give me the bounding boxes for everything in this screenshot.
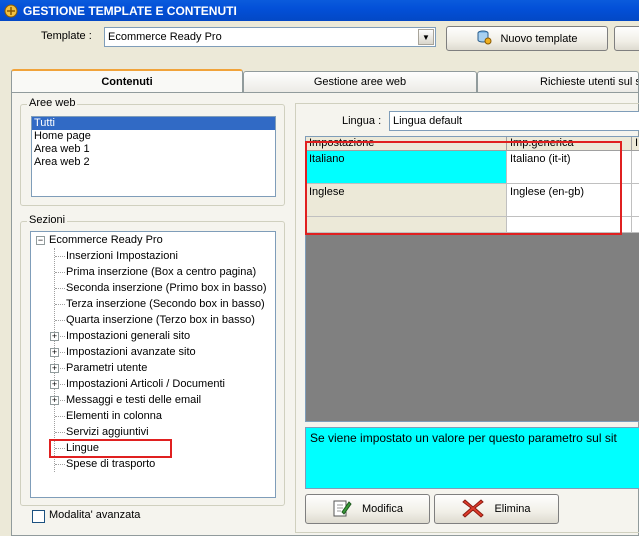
expand-icon[interactable]: + [50, 364, 59, 373]
edit-icon [332, 498, 352, 521]
aree-web-title: Aree web [27, 97, 78, 109]
grid-header-extra[interactable]: I [632, 137, 639, 151]
sezioni-title: Sezioni [27, 214, 68, 226]
tree-item[interactable]: Parametri utente [66, 360, 147, 376]
tree-item[interactable]: Spese di trasporto [66, 456, 155, 472]
highlight-box-grid [305, 141, 622, 235]
tree-connector [55, 256, 65, 257]
tree-item[interactable]: Terza inserzione (Secondo box in basso) [66, 296, 265, 312]
second-toolbar-button[interactable] [614, 26, 639, 51]
highlight-box-lingue [49, 439, 172, 458]
tree-item[interactable]: Prima inserzione (Box a centro pagina) [66, 264, 256, 280]
lingua-select-value: Lingua default [393, 115, 463, 127]
database-icon [476, 29, 492, 48]
tree-item[interactable]: Quarta inserzione (Terzo box in basso) [66, 312, 255, 328]
tree-item[interactable]: Messaggi e testi delle email [66, 392, 201, 408]
expand-icon[interactable]: + [50, 348, 59, 357]
delete-icon [462, 498, 485, 521]
app-icon [4, 4, 18, 18]
tree-item[interactable]: Impostazioni Articoli / Documenti [66, 376, 225, 392]
tree-item[interactable]: Elementi in colonna [66, 408, 162, 424]
tree-connector [55, 272, 65, 273]
list-item[interactable]: Area web 2 [32, 156, 275, 169]
tree-connector [55, 288, 65, 289]
grid-new-row-cell[interactable] [632, 217, 639, 233]
template-select-value: Ecommerce Ready Pro [108, 31, 222, 43]
tree-connector [55, 304, 65, 305]
tree-connector [55, 320, 65, 321]
lingua-select[interactable]: Lingua default [389, 111, 639, 131]
template-label: Template : [41, 30, 92, 42]
grid-cell-extra[interactable] [632, 184, 639, 217]
new-template-button[interactable]: Nuovo template [446, 26, 608, 51]
tree-connector [55, 464, 65, 465]
collapse-icon[interactable]: − [36, 236, 45, 245]
tab-richieste-utenti-label: Richieste utenti sul si [540, 76, 639, 88]
chevron-down-icon[interactable]: ▼ [418, 29, 434, 45]
advanced-mode-checkbox[interactable] [32, 510, 45, 523]
expand-icon[interactable]: + [50, 380, 59, 389]
window-title: GESTIONE TEMPLATE E CONTENUTI [23, 3, 237, 18]
elimina-button[interactable]: Elimina [434, 494, 559, 524]
tree-item[interactable]: Inserzioni Impostazioni [66, 248, 178, 264]
tree-item[interactable]: Impostazioni avanzate sito [66, 344, 196, 360]
tree-item[interactable]: Servizi aggiuntivi [66, 424, 149, 440]
title-bar: GESTIONE TEMPLATE E CONTENUTI [0, 0, 639, 21]
advanced-mode-label: Modalita' avanzata [49, 509, 141, 521]
lingua-label: Lingua : [342, 115, 382, 127]
modifica-button[interactable]: Modifica [305, 494, 430, 524]
template-select[interactable]: Ecommerce Ready Pro ▼ [104, 27, 436, 47]
tree-item[interactable]: Seconda inserzione (Primo box in basso) [66, 280, 267, 296]
tab-richieste-utenti[interactable]: Richieste utenti sul si [477, 71, 639, 92]
grid-cell-extra[interactable] [632, 151, 639, 184]
tab-contenuti[interactable]: Contenuti [11, 69, 243, 93]
modifica-label: Modifica [362, 503, 403, 515]
elimina-label: Elimina [494, 503, 531, 515]
parameter-description-text: Se viene impostato un valore per questo … [310, 431, 617, 445]
tab-gestione-aree-web[interactable]: Gestione aree web [243, 71, 477, 92]
list-item[interactable]: Home page [32, 130, 275, 143]
aree-web-list[interactable]: Tutti Home page Area web 1 Area web 2 [31, 116, 276, 197]
tree-item[interactable]: Impostazioni generali sito [66, 328, 190, 344]
expand-icon[interactable]: + [50, 396, 59, 405]
tree-connector [55, 416, 65, 417]
parameter-description: Se viene impostato un valore per questo … [305, 427, 639, 489]
tab-gestione-aree-web-label: Gestione aree web [313, 76, 407, 88]
list-item[interactable]: Tutti [32, 117, 275, 130]
tab-contenuti-label: Contenuti [101, 76, 153, 88]
tree-root[interactable]: Ecommerce Ready Pro [49, 232, 163, 248]
expand-icon[interactable]: + [50, 332, 59, 341]
list-item[interactable]: Area web 1 [32, 143, 275, 156]
tree-connector [55, 432, 65, 433]
new-template-label: Nuovo template [500, 32, 578, 45]
